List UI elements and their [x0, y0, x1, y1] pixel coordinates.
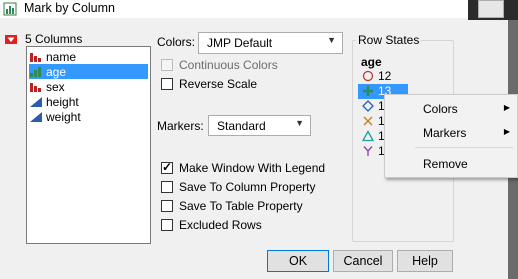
chevron-down-icon: ▼ — [327, 35, 336, 45]
chevron-down-icon: ▼ — [295, 118, 304, 128]
colors-dropdown-value: JMP Default — [207, 36, 273, 50]
column-item-age[interactable]: age — [29, 64, 148, 79]
column-item-label: age — [46, 64, 67, 79]
markers-dropdown[interactable]: Standard ▼ — [208, 115, 311, 136]
save-column-property-checkbox[interactable] — [161, 181, 173, 193]
help-button[interactable]: Help — [397, 250, 453, 272]
reverse-scale-checkbox[interactable] — [161, 78, 173, 90]
continuous-colors-label: Continuous Colors — [179, 58, 278, 72]
continuous-icon — [30, 96, 42, 107]
submenu-arrow-icon: ▶ — [503, 127, 510, 136]
colors-dropdown[interactable]: JMP Default ▼ — [198, 32, 343, 54]
y-marker-icon — [363, 146, 373, 156]
plus-marker-icon — [363, 86, 373, 96]
context-menu-item-remove[interactable]: Remove — [385, 152, 517, 174]
save-table-property-checkbox[interactable] — [161, 200, 173, 212]
context-menu-item-label: Remove — [423, 157, 468, 171]
column-item-weight[interactable]: weight — [29, 109, 148, 124]
continuous-icon — [30, 111, 42, 122]
column-item-name[interactable]: name — [29, 49, 148, 64]
diamond-marker-icon — [362, 100, 374, 112]
row-states-group-label: Row States — [356, 33, 422, 47]
column-item-label: sex — [46, 79, 65, 94]
columns-menu-icon[interactable] — [5, 35, 17, 44]
context-menu-item-markers[interactable]: Markers ▶ — [385, 121, 517, 143]
column-item-label: name — [46, 49, 77, 64]
mark-by-column-app-icon — [3, 2, 17, 16]
colors-label: Colors: — [157, 35, 196, 49]
ordinal-icon — [30, 66, 41, 77]
save-column-property-label: Save To Column Property — [179, 180, 316, 194]
column-item-label: height — [46, 94, 79, 109]
row-states-column-name: age — [361, 55, 382, 69]
circle-marker-icon — [362, 70, 374, 82]
column-item-height[interactable]: height — [29, 94, 148, 109]
column-item-sex[interactable]: sex — [29, 79, 148, 94]
context-menu-separator — [415, 147, 513, 148]
save-table-property-label: Save To Table Property — [179, 199, 303, 213]
submenu-arrow-icon: ▶ — [503, 103, 510, 112]
make-legend-checkbox[interactable] — [161, 160, 173, 174]
context-menu: Colors ▶ Markers ▶ Remove — [384, 94, 518, 178]
row-state-value: 12 — [378, 69, 392, 83]
context-menu-item-colors[interactable]: Colors ▶ — [385, 97, 517, 119]
make-legend-label: Make Window With Legend — [179, 161, 326, 175]
reverse-scale-label: Reverse Scale — [179, 77, 258, 91]
ok-button[interactable]: OK — [267, 250, 329, 272]
nominal-icon — [30, 52, 41, 62]
x-marker-icon — [363, 116, 373, 126]
close-button[interactable] — [478, 0, 504, 18]
context-menu-item-label: Markers — [423, 126, 467, 140]
nominal-icon — [30, 82, 41, 92]
row-state-item[interactable]: 12 — [358, 69, 408, 84]
continuous-colors-checkbox[interactable] — [161, 59, 173, 71]
markers-label: Markers: — [157, 119, 204, 133]
markers-dropdown-value: Standard — [217, 119, 266, 133]
columns-list[interactable]: name age sex height weight — [26, 46, 151, 244]
triangle-marker-icon — [362, 130, 374, 142]
columns-count-label: 5 Columns — [25, 32, 83, 46]
context-menu-item-label: Colors — [423, 102, 458, 116]
window-title: Mark by Column — [24, 1, 115, 15]
column-item-label: weight — [46, 109, 81, 124]
cancel-button[interactable]: Cancel — [333, 250, 393, 272]
excluded-rows-checkbox[interactable] — [161, 219, 173, 231]
excluded-rows-label: Excluded Rows — [179, 218, 262, 232]
